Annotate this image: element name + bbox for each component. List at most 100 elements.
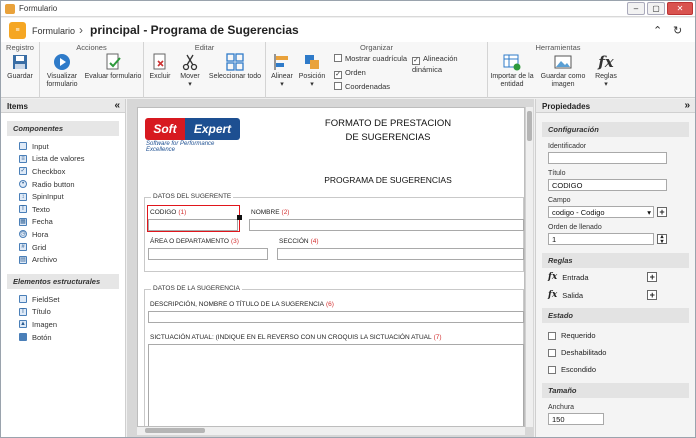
breadcrumb-app[interactable]: Formulario xyxy=(32,26,75,36)
minimize-button[interactable]: – xyxy=(627,2,645,15)
coordinates-checkbox[interactable]: Coordenadas xyxy=(334,82,390,91)
items-panel-header: Items « xyxy=(1,99,125,113)
component-radio-button[interactable]: • Radio button xyxy=(19,178,125,191)
vertical-scrollbar[interactable] xyxy=(525,107,533,427)
radio-icon: • xyxy=(19,180,27,189)
import-entity-button[interactable]: Importar de la entidad xyxy=(488,53,536,89)
image-icon xyxy=(554,55,572,69)
order-checkbox[interactable]: ✓ Orden xyxy=(334,68,366,79)
image-icon: ▲ xyxy=(19,320,27,329)
input-descripcion[interactable] xyxy=(148,311,524,323)
horizontal-scrollbar[interactable] xyxy=(137,427,525,435)
evaluate-form-button[interactable]: Evaluar formulario xyxy=(84,53,142,81)
component-grid[interactable]: # Grid xyxy=(19,241,125,254)
chevron-down-icon: ▾ xyxy=(310,81,314,88)
page-header: ≡ Formulario › principal - Programa de S… xyxy=(1,18,695,42)
size-section-title: Tamaño xyxy=(542,383,689,398)
deshabilitado-checkbox[interactable]: Deshabilitado xyxy=(548,348,695,357)
campo-label: Campo xyxy=(548,197,571,204)
input-icon xyxy=(19,142,27,151)
show-grid-checkbox[interactable]: Mostrar cuadrícula xyxy=(334,54,407,63)
component-file[interactable]: ▤ Archivo xyxy=(19,253,125,266)
maximize-button[interactable]: ▢ xyxy=(647,2,665,15)
component-checkbox[interactable]: ✓ Checkbox xyxy=(19,165,125,178)
resize-handle[interactable] xyxy=(237,215,242,220)
calendar-icon: ▦ xyxy=(19,217,27,226)
campo-select[interactable]: codigo - Codigo ▾ xyxy=(548,206,654,218)
input-nombre[interactable] xyxy=(249,219,524,231)
app-icon xyxy=(5,4,15,14)
window-titlebar: Formulario – ▢ ✕ xyxy=(1,1,695,17)
form-design-canvas: Soft Expert Software for Performance Exc… xyxy=(127,99,534,437)
add-campo-button[interactable]: + xyxy=(657,207,667,217)
input-area[interactable] xyxy=(148,248,268,260)
refresh-icon[interactable]: ↻ xyxy=(673,24,682,37)
selection-outline xyxy=(147,205,240,232)
fieldset-legend: DATOS DEL SUGERENTE xyxy=(151,193,234,200)
component-value-list[interactable]: ≡ Lista de valores xyxy=(19,153,125,166)
escondido-checkbox[interactable]: Escondido xyxy=(548,365,695,374)
components-section-title: Componentes xyxy=(7,121,119,136)
group-registro: Registro Guardar xyxy=(1,42,40,98)
form-title-line2[interactable]: DE SUGERENCIAS xyxy=(288,132,488,143)
orden-row: 1 ▴ ▾ xyxy=(548,233,695,245)
requerido-checkbox[interactable]: Requerido xyxy=(548,331,695,340)
function-icon: fx xyxy=(548,290,558,300)
stepper-arrows-icon[interactable]: ▴ ▾ xyxy=(657,234,667,245)
orden-stepper[interactable]: 1 xyxy=(548,233,654,245)
preview-form-button[interactable]: Visualizar formulario xyxy=(42,53,82,89)
component-date[interactable]: ▦ Fecha xyxy=(19,216,125,229)
label-situacion[interactable]: SICTUACIÓN ATUAL: (INDIQUE EN EL REVERSO… xyxy=(150,334,442,341)
breadcrumb-separator: › xyxy=(79,23,83,37)
component-input[interactable]: Input xyxy=(19,140,125,153)
play-icon xyxy=(54,54,70,70)
input-situacion[interactable] xyxy=(148,344,524,426)
structural-title[interactable]: T Título xyxy=(19,306,125,319)
label-nombre[interactable]: NOMBRE (2) xyxy=(251,209,289,216)
window-title: Formulario xyxy=(19,4,58,13)
label-seccion[interactable]: SECCIÓN (4) xyxy=(279,238,319,245)
softexpert-logo[interactable]: Soft Expert Software for Performance Exc… xyxy=(145,118,245,153)
move-button[interactable]: Mover ▾ xyxy=(176,53,204,89)
select-all-button[interactable]: Seleccionar todo xyxy=(206,53,264,81)
scissors-icon xyxy=(182,54,198,71)
title-icon: T xyxy=(19,307,27,316)
component-time[interactable]: ◷ Hora xyxy=(19,228,125,241)
dynamic-align-checkbox[interactable]: ✓ Alineación dinámica xyxy=(412,54,487,74)
form-title-line1[interactable]: FORMATO DE PRESTACION xyxy=(288,118,488,129)
structural-fieldset[interactable]: FieldSet xyxy=(19,293,125,306)
component-spininput[interactable]: ↕ SpinInput xyxy=(19,190,125,203)
text-icon: T xyxy=(19,205,27,214)
form-subtitle[interactable]: PROGRAMA DE SUGERENCIAS xyxy=(288,175,488,185)
save-button[interactable]: Guardar xyxy=(5,53,35,81)
collapse-chevron-icon[interactable]: ⌃ xyxy=(653,24,662,37)
document-check-icon xyxy=(106,53,121,70)
form-page[interactable]: Soft Expert Software for Performance Exc… xyxy=(137,107,525,427)
collapse-right-icon[interactable]: » xyxy=(684,100,690,111)
grid-icon: # xyxy=(19,243,27,252)
add-entrada-button[interactable]: + xyxy=(647,272,658,282)
delete-button[interactable]: Excluir xyxy=(146,53,174,81)
fieldset-icon xyxy=(19,295,27,304)
add-salida-button[interactable]: + xyxy=(647,290,658,300)
label-descripcion[interactable]: DESCRIPCIÓN, NOMBRE O TÍTULO DE LA SUGER… xyxy=(150,301,334,308)
position-button[interactable]: Posición ▾ xyxy=(297,53,327,89)
label-area[interactable]: ÁREA O DEPARTAMENTO (3) xyxy=(150,238,239,245)
structural-image[interactable]: ▲ Imagen xyxy=(19,318,125,331)
close-button[interactable]: ✕ xyxy=(667,2,693,15)
input-seccion[interactable] xyxy=(277,248,524,260)
properties-panel: Propiedades» Configuración Identificador… xyxy=(535,99,695,437)
anchura-input[interactable]: 150 xyxy=(548,413,604,425)
collapse-left-icon[interactable]: « xyxy=(114,100,120,111)
structural-button[interactable]: Botón xyxy=(19,331,125,344)
function-icon: fx xyxy=(548,272,558,282)
identificador-input[interactable] xyxy=(548,152,667,164)
rules-button[interactable]: fx Reglas ▾ xyxy=(592,53,620,89)
titulo-input[interactable]: CODIGO xyxy=(548,179,667,191)
button-icon xyxy=(19,333,27,342)
save-as-image-button[interactable]: Guardar como imagen xyxy=(538,53,588,89)
anchura-label: Anchura xyxy=(548,404,575,411)
group-herramientas: Herramientas Importar de la entidad Guar… xyxy=(488,42,628,98)
align-button[interactable]: Alinear ▾ xyxy=(269,53,295,89)
component-text[interactable]: T Texto xyxy=(19,203,125,216)
